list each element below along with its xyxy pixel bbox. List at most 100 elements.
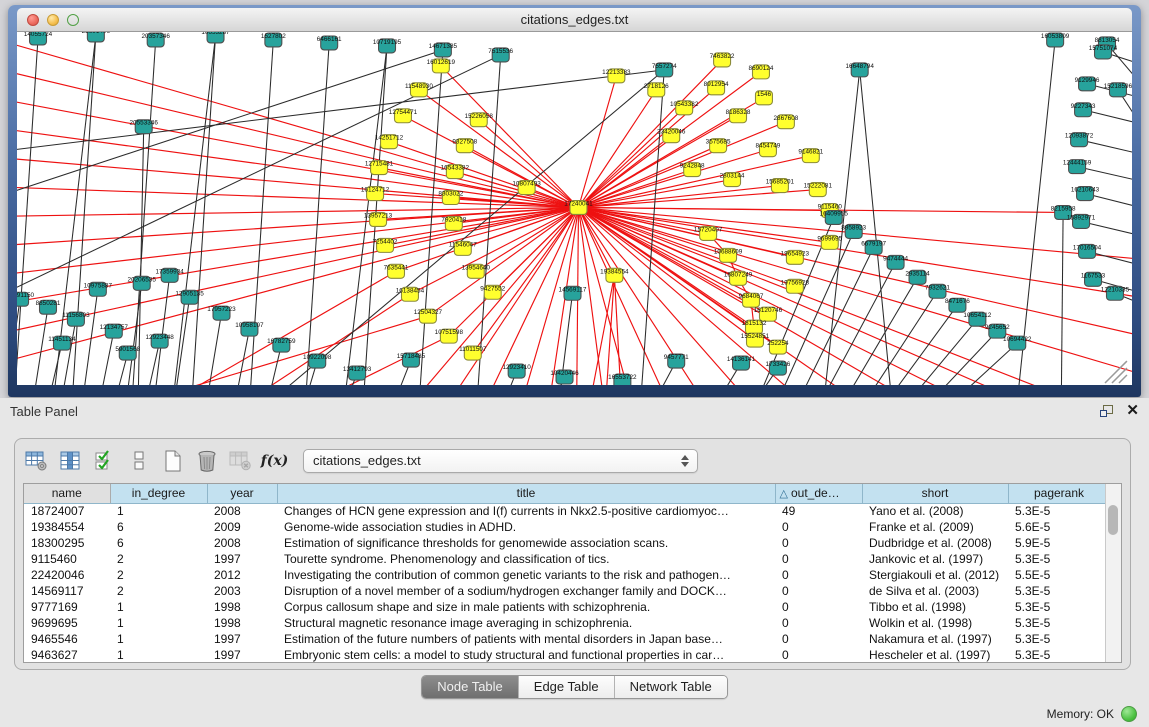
table-scrollbar[interactable] [1105,484,1121,662]
column-header[interactable]: title [277,484,775,503]
select-all-button[interactable] [91,447,118,474]
graph-edge [833,277,918,385]
table-row[interactable]: 946554611997Estimation of the future num… [24,631,1110,647]
graph-node-label: 16053809 [1041,33,1070,40]
graph-node-label: 16012619 [427,59,456,66]
graph-node-label: 12093872 [1065,133,1094,140]
graph-node-label: 7254402 [373,238,398,245]
column-header[interactable]: pagerank [1008,484,1110,503]
table-row[interactable]: 977716911998Corpus callosum shape and si… [24,599,1110,615]
table-row[interactable]: 1830029562008Estimation of significance … [24,535,1110,551]
graph-node-label: 10420446 [550,370,579,377]
table-cell: 0 [775,631,862,647]
table-mode-button[interactable] [23,447,50,474]
graph-edge [17,157,578,208]
graph-edge [853,291,938,385]
table-scrollbar-thumb[interactable] [1108,505,1118,535]
zoom-window-button[interactable] [67,14,79,26]
table-cell: 18300295 [24,535,110,551]
graph-node-label: 17016504 [1073,244,1102,251]
table-row[interactable]: 2242004622012Investigating the contribut… [24,567,1110,583]
graph-node-label: 13412793 [343,366,372,373]
close-window-button[interactable] [27,14,39,26]
clear-selection-button[interactable] [125,447,152,474]
graph-node-label: 9115460 [818,204,843,211]
graph-node-label: 19384554 [600,268,629,275]
table-row[interactable]: 911546021997Tourette syndrome. Phenomeno… [24,551,1110,567]
tab-node-table[interactable]: Node Table [422,676,518,698]
graph-node-label: 2935114 [905,270,930,277]
table-cell: Tourette syndrome. Phenomenology and cla… [277,551,775,567]
delete-columns-button[interactable] [193,447,220,474]
table-selector-dropdown[interactable]: citations_edges.txt [303,449,698,473]
graph-edge [17,208,578,277]
graph-node-label: 12444159 [1063,160,1092,167]
graph-node-label: 16782759 [267,338,296,345]
node-table[interactable]: namein_degreeyeartitle△out_de…shortpager… [24,484,1111,663]
graph-node-label: 11546047 [449,241,477,248]
table-cell: 49 [775,503,862,519]
sort-indicator: △ [780,488,788,500]
tab-network-table[interactable]: Network Table [614,676,727,698]
float-panel-icon[interactable] [1100,405,1114,418]
table-row[interactable]: 946362711997Embryonic stem cells: a mode… [24,647,1110,663]
graph-node-label: 10975887 [84,282,113,289]
minimize-window-button[interactable] [47,14,59,26]
network-window-titlebar[interactable]: citations_edges.txt [17,8,1132,32]
graph-node-label: 8215958 [1051,205,1076,212]
graph-edge [789,247,874,385]
table-cell: 9463627 [24,647,110,663]
show-columns-button[interactable] [57,447,84,474]
graph-node-label: 17359934 [155,268,184,275]
close-panel-icon[interactable]: ✕ [1126,404,1139,418]
table-row[interactable]: 1872400712008Changes of HCN gene express… [24,503,1110,519]
graph-node-label: 12504327 [414,309,443,316]
graph-node-label: 15892971 [1067,214,1096,221]
table-cell: Wolkin et al. (1998) [862,615,1008,631]
column-header[interactable]: △out_de… [775,484,862,503]
graph-node-label: 10653287 [201,32,230,36]
graph-node-label: 14055724 [24,32,53,38]
window-title: citations_edges.txt [17,12,1132,27]
new-column-button[interactable] [159,447,186,474]
table-row[interactable]: 1456911722003Disruption of a novel membe… [24,583,1110,599]
graph-node-label: 13954640 [462,264,491,271]
table-gear-icon [25,450,49,472]
graph-node-label: 16543382 [441,165,470,172]
tab-edge-table[interactable]: Edge Table [518,676,614,698]
table-row[interactable]: 1938455462009Genome-wide association stu… [24,519,1110,535]
graph-node-label: 22691406 [82,32,111,35]
graph-edge [873,305,958,385]
graph-node-label: 15226058 [465,113,494,120]
column-header[interactable]: in_degree [110,484,207,503]
table-cell: 2 [110,551,207,567]
graph-edge [58,319,76,385]
table-cell: Dudbridge et al. (2008) [862,535,1008,551]
table-cell: 1 [110,647,207,663]
graph-node-label: 14569117 [559,286,587,293]
function-builder-button[interactable]: f(x) [261,447,288,474]
column-header[interactable]: name [24,484,110,503]
column-header[interactable]: year [207,484,277,503]
attribute-table: namein_degreeyeartitle△out_de…shortpager… [23,483,1122,663]
table-cell: 0 [775,599,862,615]
graph-node-label: 1167533 [1081,272,1106,279]
network-canvas[interactable]: 1724004114055724226914062035734610653287… [17,32,1132,385]
traffic-lights [27,8,79,31]
graph-node-label: 11156803 [62,312,90,319]
graph-node-label: 19756928 [781,279,810,286]
memory-status-label: Memory: OK [1047,707,1114,721]
delete-table-button[interactable] [227,447,254,474]
table-cell: 0 [775,615,862,631]
table-cell: Investigating the contribution of common… [277,567,775,583]
table-row[interactable]: 969969511998Structural magnetic resonanc… [24,615,1110,631]
network-view[interactable]: 1724004114055724226914062035734610653287… [17,32,1132,385]
graph-node-label: 9684067 [739,293,764,300]
graph-edge [639,70,664,385]
graph-edge [17,70,664,152]
table-panel-body: f(x) citations_edges.txt namein_degreeye… [14,438,1131,670]
column-header[interactable]: short [862,484,1008,503]
graph-node-label: 12210335 [1101,286,1130,293]
checkboxes-icon [94,450,116,472]
graph-node-label: 9699695 [817,235,842,242]
